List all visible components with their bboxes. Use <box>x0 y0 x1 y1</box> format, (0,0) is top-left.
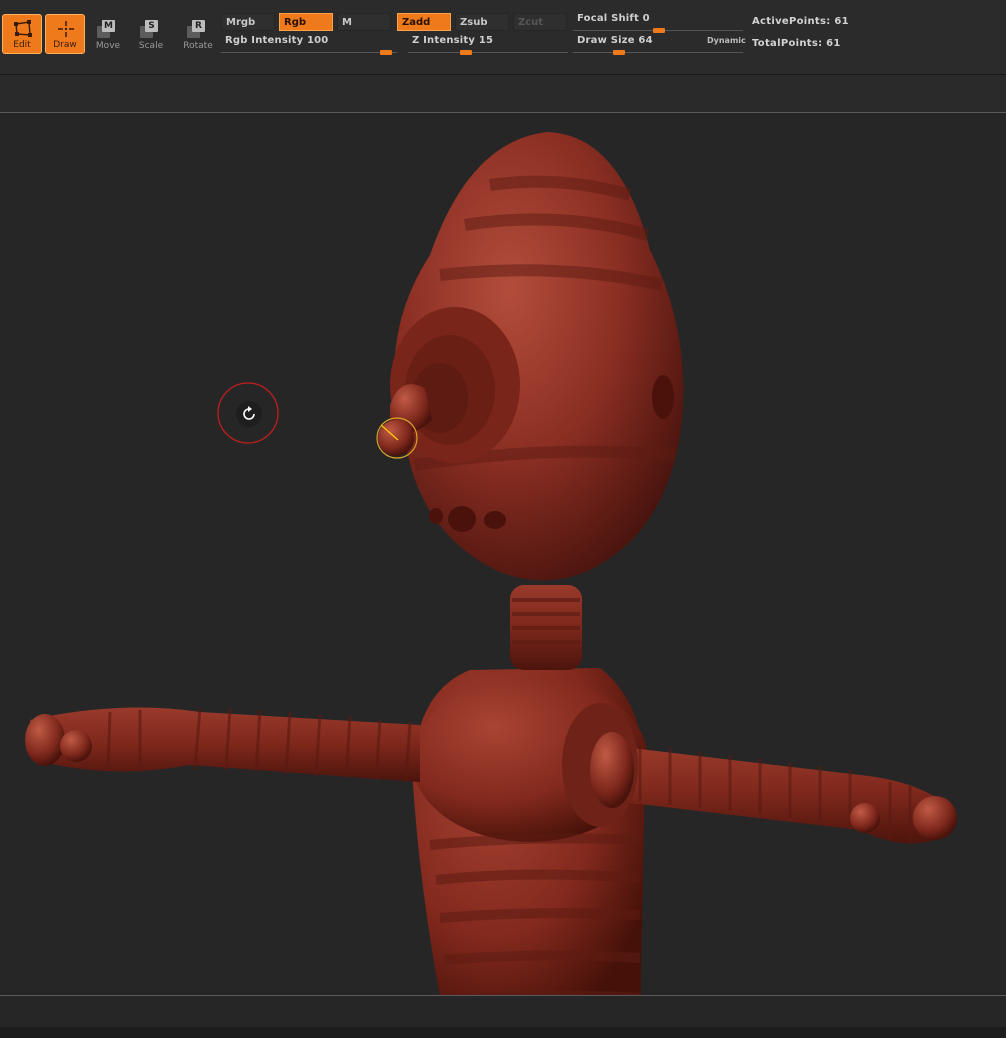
zadd-button[interactable]: Zadd <box>397 13 451 31</box>
rgb-intensity-slider[interactable]: Rgb Intensity 100 <box>221 33 397 55</box>
rgb-intensity-knob[interactable] <box>380 50 392 55</box>
z-intensity-knob[interactable] <box>460 50 472 55</box>
focal-shift-slider[interactable]: Focal Shift 0 <box>573 11 743 33</box>
active-points-readout: ActivePoints: 61 <box>752 16 849 27</box>
rotate-key-badge: R <box>192 20 205 32</box>
viewport-bottom-divider <box>0 995 1006 996</box>
draw-label: Draw <box>53 40 77 50</box>
3d-model <box>25 132 957 995</box>
scale-key-badge: S <box>145 20 158 32</box>
draw-size-label: Draw Size 64 <box>577 35 653 46</box>
rgb-button[interactable]: Rgb <box>279 13 333 31</box>
z-intensity-label: Z Intensity 15 <box>412 35 494 46</box>
move-button[interactable]: M Move <box>88 14 128 54</box>
edit-label: Edit <box>13 40 31 50</box>
bottom-tray <box>0 1027 1006 1038</box>
secondary-toolbar <box>0 75 1006 113</box>
scale-button[interactable]: S Scale <box>131 14 171 54</box>
mrgb-button[interactable]: Mrgb <box>221 13 275 31</box>
rotate-cursor-icon[interactable] <box>239 404 259 424</box>
edit-icon <box>14 20 32 37</box>
rotate-button[interactable]: R Rotate <box>178 14 218 54</box>
move-label: Move <box>95 41 121 51</box>
z-intensity-track <box>408 52 568 53</box>
draw-size-knob[interactable] <box>613 50 625 55</box>
draw-button[interactable]: Draw <box>45 14 85 54</box>
z-intensity-slider[interactable]: Z Intensity 15 <box>408 33 568 55</box>
total-points-readout: TotalPoints: 61 <box>752 38 841 49</box>
zsub-button[interactable]: Zsub <box>455 13 509 31</box>
focal-shift-label: Focal Shift 0 <box>577 13 650 24</box>
rgb-intensity-track <box>221 52 397 53</box>
zcut-button: Zcut <box>513 13 567 31</box>
m-button[interactable]: M <box>337 13 391 31</box>
top-toolbar: Edit Draw M Move S Scale R Rotate Mrgb R… <box>0 0 1006 75</box>
dynamic-toggle[interactable]: Dynamic <box>707 36 746 45</box>
rgb-intensity-label: Rgb Intensity 100 <box>225 35 329 46</box>
edit-button[interactable]: Edit <box>2 14 42 54</box>
draw-icon <box>58 21 74 37</box>
scale-label: Scale <box>138 41 164 51</box>
draw-size-track <box>573 52 743 53</box>
canvas-viewport[interactable] <box>0 113 1006 995</box>
rotate-label: Rotate <box>183 41 213 51</box>
move-key-badge: M <box>102 20 115 32</box>
